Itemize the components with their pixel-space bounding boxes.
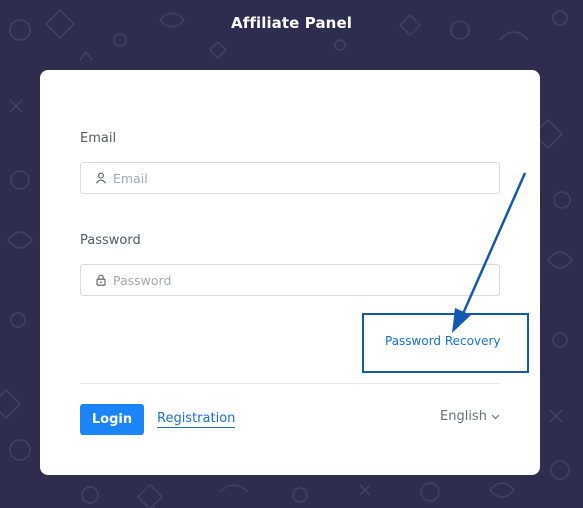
language-select[interactable]: English <box>440 409 500 424</box>
chevron-down-icon <box>491 414 500 419</box>
password-label: Password <box>80 233 141 248</box>
login-button[interactable]: Login <box>80 404 144 435</box>
registration-link[interactable]: Registration <box>157 411 236 428</box>
password-field[interactable] <box>113 265 483 295</box>
login-card: Email Password Password Recovery Login R… <box>40 70 540 475</box>
email-field-wrapper[interactable] <box>80 162 500 194</box>
lock-icon <box>96 274 106 286</box>
password-field-wrapper[interactable] <box>80 264 500 296</box>
page-title: Affiliate Panel <box>231 14 352 32</box>
language-label: English <box>440 409 487 424</box>
email-label: Email <box>80 131 117 146</box>
user-icon <box>95 172 107 184</box>
annotation-highlight-box <box>362 313 529 373</box>
email-field[interactable] <box>113 163 483 193</box>
divider <box>80 383 500 384</box>
